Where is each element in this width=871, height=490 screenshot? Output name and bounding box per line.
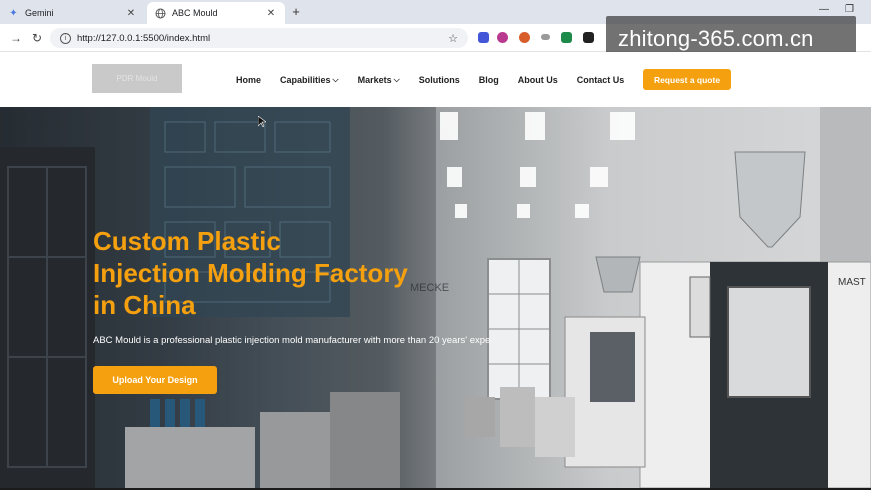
web-page: PDR Mould Home Capabilities ⌵ Markets ⌵ So…	[0, 52, 871, 488]
site-info-icon[interactable]: i	[60, 32, 71, 44]
nav-capabilities[interactable]: Capabilities ⌵	[280, 75, 339, 85]
nav-about-us[interactable]: About Us	[518, 75, 558, 85]
site-header: PDR Mould Home Capabilities ⌵ Markets ⌵ So…	[0, 52, 871, 107]
mouse-cursor-icon	[258, 116, 266, 127]
hero-title-line: Injection Molding Factory	[93, 258, 408, 288]
nav-contact-us[interactable]: Contact Us	[577, 75, 625, 85]
new-tab-button[interactable]: +	[289, 4, 303, 20]
request-quote-button[interactable]: Request a quote	[643, 69, 731, 90]
nav-blog[interactable]: Blog	[479, 75, 499, 85]
minimize-icon[interactable]: —	[819, 4, 829, 15]
nav-solutions[interactable]: Solutions	[419, 75, 460, 85]
site-logo[interactable]: PDR Mould	[92, 64, 182, 93]
extension-icon[interactable]	[541, 34, 550, 40]
bookmark-star-icon[interactable]: ☆	[448, 32, 458, 45]
nav-markets[interactable]: Markets ⌵	[358, 75, 400, 85]
chevron-down-icon: ⌵	[393, 74, 400, 84]
tab-title: Gemini	[25, 8, 54, 18]
nav-label: Blog	[478, 74, 499, 85]
address-bar[interactable]: i http://127.0.0.1:5500/index.html ☆	[50, 28, 468, 48]
extension-icon[interactable]	[583, 32, 594, 43]
nav-home[interactable]: Home	[236, 75, 261, 85]
extension-icon[interactable]	[519, 32, 530, 43]
upload-design-button[interactable]: Upload Your Design	[93, 366, 217, 394]
tab-abc-mould[interactable]: ABC Mould ✕	[147, 2, 285, 24]
hero-title-line: Custom Plastic	[93, 226, 281, 256]
machine-label: MAST	[838, 277, 866, 288]
extension-icon[interactable]	[561, 32, 572, 43]
tab-gemini[interactable]: ✦ Gemini ✕	[0, 2, 145, 24]
nav-label: Contact Us	[576, 74, 625, 85]
globe-icon	[155, 8, 166, 19]
tab-title: ABC Mould	[172, 8, 218, 18]
close-tab-icon[interactable]: ✕	[125, 8, 137, 19]
nav-label: Capabilities	[280, 74, 331, 85]
nav-label: Solutions	[418, 74, 460, 85]
nav-label: Home	[236, 74, 262, 85]
url-text[interactable]: http://127.0.0.1:5500/index.html	[77, 33, 448, 44]
hero-title: Custom Plastic Injection Molding Factory…	[93, 225, 453, 321]
main-nav: Home Capabilities ⌵ Markets ⌵ Solutions Bl…	[236, 52, 643, 107]
chevron-down-icon: ⌵	[332, 74, 339, 84]
close-tab-icon[interactable]: ✕	[265, 8, 277, 19]
forward-arrow-icon[interactable]: →	[8, 30, 24, 46]
hero-section: MAST MECKE Custom Plastic Injection Mold…	[0, 107, 871, 488]
reload-icon[interactable]: ↻	[29, 30, 45, 46]
gemini-sparkle-icon: ✦	[9, 7, 18, 19]
extension-icon[interactable]	[497, 32, 508, 43]
extension-icon[interactable]	[478, 32, 489, 43]
nav-label: About Us	[517, 74, 558, 85]
nav-label: Markets	[357, 74, 392, 85]
hero-subtitle: ABC Mould is a professional plastic inje…	[93, 335, 491, 346]
maximize-icon[interactable]: ❐	[845, 4, 854, 15]
hero-title-line: in China	[93, 290, 196, 320]
